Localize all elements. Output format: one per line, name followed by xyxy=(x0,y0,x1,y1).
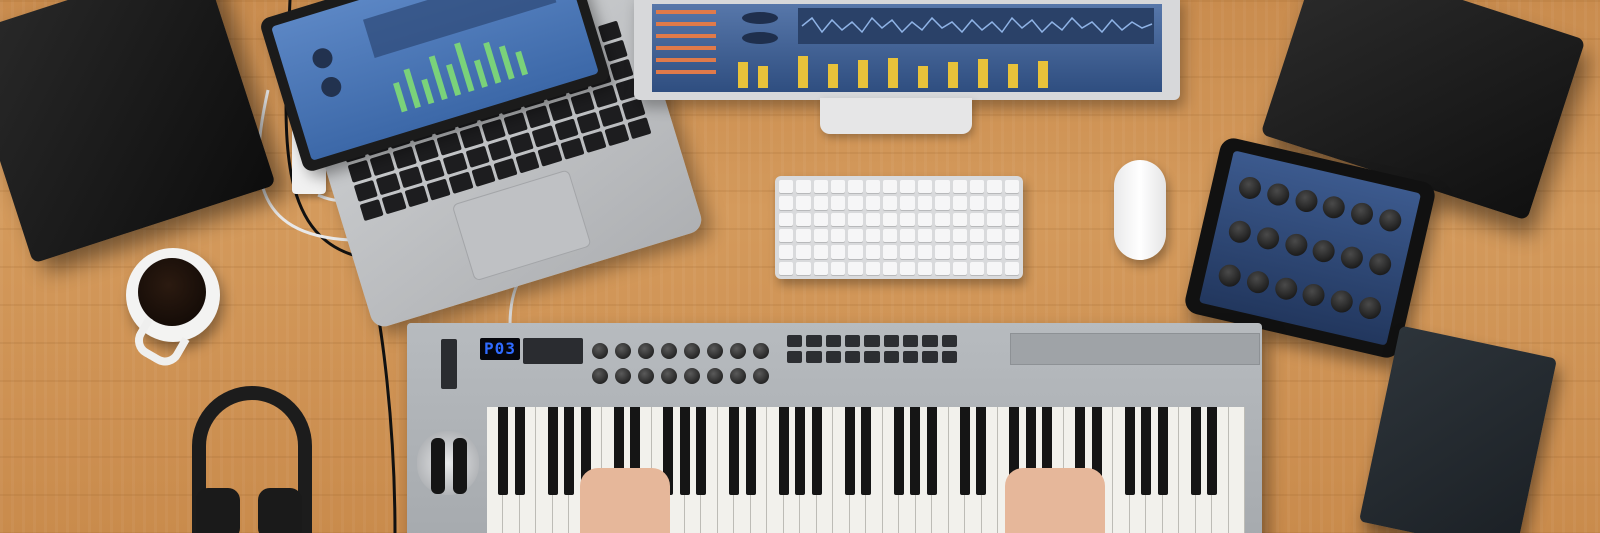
midi-keyboard-controller: P03 xyxy=(407,323,1262,533)
knob-icon xyxy=(1348,200,1376,227)
black-key xyxy=(1141,407,1152,495)
studio-desk-scene: P03 xyxy=(0,0,1600,533)
knob-icon xyxy=(1310,238,1338,265)
black-key xyxy=(514,407,525,495)
right-hand xyxy=(1005,468,1105,533)
black-key xyxy=(861,407,871,495)
pitch-wheel xyxy=(431,438,445,494)
knob-icon xyxy=(1338,244,1366,271)
wireless-mouse xyxy=(1114,160,1166,260)
mod-wheel xyxy=(453,438,467,494)
studio-monitor-speaker-left xyxy=(0,0,276,264)
black-key xyxy=(745,407,756,495)
black-key xyxy=(1157,407,1168,495)
knob-icon xyxy=(1254,225,1282,252)
left-hand xyxy=(580,468,670,533)
knob-icon xyxy=(1293,187,1320,214)
knob-icon xyxy=(1366,250,1394,278)
tablet-synth-app xyxy=(1198,150,1422,346)
black-key xyxy=(564,407,575,495)
coffee xyxy=(138,258,206,326)
touch-strip xyxy=(1010,333,1260,365)
black-key xyxy=(1190,407,1201,495)
headphones-right-cup xyxy=(258,488,302,533)
black-key xyxy=(1207,407,1218,495)
wireless-keyboard xyxy=(775,176,1023,279)
headphones-left-cup xyxy=(196,488,240,533)
black-key xyxy=(795,407,806,495)
black-key xyxy=(811,407,822,495)
knob-icon xyxy=(1300,282,1327,309)
knob-icon xyxy=(1265,180,1292,208)
black-key xyxy=(844,407,855,495)
black-key xyxy=(893,407,904,495)
knob-icon xyxy=(1328,288,1355,316)
black-key xyxy=(1124,407,1135,495)
transport-buttons xyxy=(523,338,583,364)
controller-slider xyxy=(441,339,457,389)
control-buttons xyxy=(787,335,957,363)
knob-icon xyxy=(1272,275,1300,303)
knob-icon xyxy=(1282,231,1310,258)
black-key xyxy=(696,407,707,495)
monitor-stand xyxy=(820,98,972,134)
black-key xyxy=(976,407,987,495)
knob-icon xyxy=(1226,218,1254,246)
knob-icon xyxy=(1244,269,1272,296)
black-key xyxy=(926,407,937,495)
black-key xyxy=(498,407,509,495)
desktop-monitor xyxy=(634,0,1180,100)
black-key xyxy=(778,407,789,495)
black-key xyxy=(729,407,740,495)
monitor-daw-display xyxy=(652,4,1162,92)
patch-display: P03 xyxy=(480,338,520,360)
black-key xyxy=(910,407,921,495)
rotary-encoders xyxy=(592,343,772,389)
knob-icon xyxy=(1216,262,1244,290)
black-key xyxy=(547,407,558,495)
knob-icon xyxy=(1320,193,1348,221)
black-key xyxy=(959,407,970,495)
knob-icon xyxy=(1237,174,1264,201)
knob-icon xyxy=(1356,295,1383,322)
knob-icon xyxy=(1376,206,1404,234)
black-key xyxy=(679,407,690,495)
wheel-housing xyxy=(417,431,479,495)
